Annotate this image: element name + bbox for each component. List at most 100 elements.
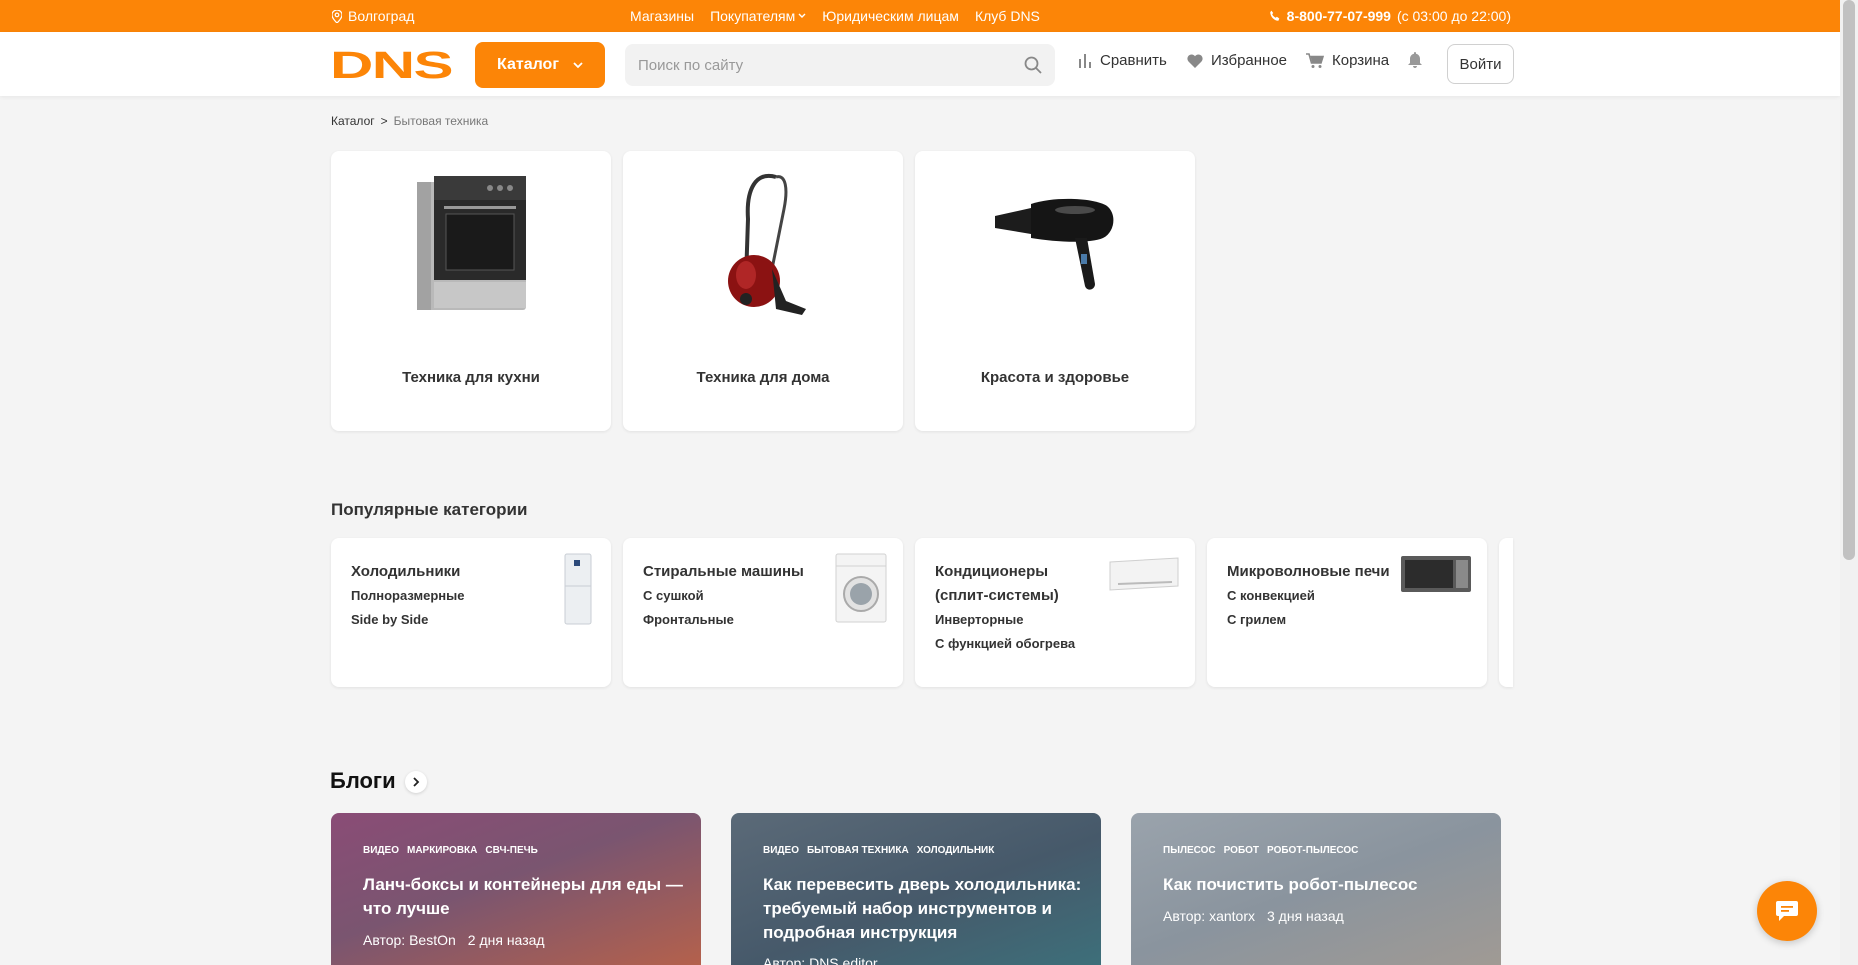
- blog-tag[interactable]: бытовая техника: [807, 845, 909, 856]
- blog-card[interactable]: пылесос робот робот-пылесос Как почистит…: [1131, 813, 1501, 965]
- hairdryer-image: [915, 171, 1195, 316]
- blog-title: Как перевесить дверь холодильника: требу…: [763, 875, 1082, 942]
- link-buyers[interactable]: Покупателям: [710, 8, 806, 24]
- search-icon[interactable]: [1024, 56, 1042, 74]
- notifications-button[interactable]: [1408, 52, 1422, 68]
- blog-meta: Автор: DNS editor: [763, 955, 878, 965]
- chat-bubble-icon: [1776, 901, 1798, 921]
- blog-tag[interactable]: пылесос: [1163, 845, 1216, 856]
- chevron-down-icon: [798, 13, 806, 18]
- popular-title-microwaves: Микроволновые печи: [1227, 563, 1390, 580]
- blogs-title: Блоги: [330, 768, 396, 793]
- blog-tag[interactable]: робот: [1224, 845, 1259, 856]
- popular-title-aircon: Кондиционеры (сплит-системы): [935, 563, 1059, 604]
- bell-icon: [1408, 52, 1422, 68]
- popular-title-fridges: Холодильники: [351, 563, 461, 580]
- popular-sub[interactable]: Фронтальные: [643, 608, 734, 632]
- breadcrumb-root[interactable]: Каталог: [331, 114, 375, 128]
- category-card-home[interactable]: Техника для дома: [623, 151, 903, 431]
- page-scrollbar-thumb[interactable]: [1843, 0, 1855, 560]
- phone-block[interactable]: 8-800-77-07-999 (с 03:00 до 22:00): [1269, 8, 1511, 24]
- cart-link[interactable]: Корзина: [1306, 52, 1389, 69]
- popular-card-fridges[interactable]: Холодильники Полноразмерные Side by Side: [331, 538, 611, 687]
- vacuum-image: [623, 171, 903, 316]
- blog-tag[interactable]: видео: [763, 845, 799, 856]
- blog-tags: видео бытовая техника холодильник: [763, 845, 994, 856]
- popular-sub[interactable]: Инвертoрные: [935, 608, 1023, 632]
- location-pin-icon: [332, 9, 342, 23]
- blog-author[interactable]: BestOn: [409, 932, 456, 948]
- phone-hours: (с 03:00 до 22:00): [1396, 8, 1511, 24]
- microwave-image: [1401, 556, 1471, 592]
- blog-author-label: Автор:: [363, 932, 406, 948]
- heart-icon: [1187, 53, 1203, 68]
- link-legal[interactable]: Юридическим лицам: [822, 8, 959, 24]
- popular-card-microwaves[interactable]: Микроволновые печи С конвекцией С грилем: [1207, 538, 1487, 687]
- city-name: Волгоград: [348, 8, 415, 24]
- popular-next-card-edge: [1499, 538, 1513, 687]
- chevron-right-icon: [413, 777, 420, 787]
- fridge-image: [564, 553, 592, 625]
- air-conditioner-image: [1109, 557, 1179, 591]
- compare-link[interactable]: Сравнить: [1078, 52, 1167, 69]
- breadcrumb-separator: >: [380, 114, 388, 128]
- catalog-label: Каталог: [497, 56, 559, 73]
- category-card-beauty[interactable]: Красота и здоровье: [915, 151, 1195, 431]
- popular-sub[interactable]: Полноразмерные: [351, 584, 464, 608]
- chat-button[interactable]: [1757, 881, 1817, 941]
- phone-icon: [1269, 10, 1279, 21]
- blog-card[interactable]: видео маркировка свч-печь Ланч-боксы и к…: [331, 813, 701, 965]
- blogs-next-button[interactable]: [405, 771, 427, 793]
- compare-icon: [1079, 54, 1091, 68]
- phone-number: 8-800-77-07-999: [1286, 8, 1391, 24]
- blog-card[interactable]: видео бытовая техника холодильник Как пе…: [731, 813, 1101, 965]
- blog-author[interactable]: DNS editor: [809, 955, 877, 965]
- blog-tag[interactable]: видео: [363, 845, 399, 856]
- blog-time: 3 дня назад: [1267, 908, 1344, 924]
- category-card-kitchen[interactable]: Техника для кухни: [331, 151, 611, 431]
- dns-logo[interactable]: DNS: [330, 45, 453, 87]
- favorites-label: Избранное: [1211, 52, 1288, 69]
- login-button[interactable]: Войти: [1447, 44, 1514, 84]
- popular-sub[interactable]: Side by Side: [351, 608, 428, 632]
- popular-sub[interactable]: С конвекцией: [1227, 584, 1315, 608]
- top-bar: Волгоград Магазины Покупателям Юридическ…: [0, 0, 1840, 32]
- popular-sub[interactable]: С сушкой: [643, 584, 704, 608]
- blog-author-label: Автор:: [763, 955, 806, 965]
- category-label-kitchen: Техника для кухни: [402, 369, 540, 386]
- chevron-down-icon: [573, 61, 583, 68]
- washer-image: [835, 553, 887, 623]
- cart-label: Корзина: [1332, 52, 1390, 69]
- category-label-beauty: Красота и здоровье: [980, 369, 1130, 386]
- blog-time: 2 дня назад: [467, 932, 545, 948]
- popular-sub[interactable]: С грилем: [1227, 608, 1286, 632]
- header: DNS Каталог Сравнить Избранное Корзина В…: [0, 32, 1840, 96]
- popular-title-washers: Стиральные машины: [643, 563, 804, 580]
- link-club[interactable]: Клуб DNS: [975, 8, 1040, 24]
- category-label-home: Техника для дома: [696, 369, 830, 386]
- favorites-link[interactable]: Избранное: [1187, 52, 1287, 69]
- blog-author[interactable]: xantorx: [1209, 908, 1255, 924]
- search-input[interactable]: [625, 44, 1055, 86]
- blog-title: Ланч-боксы и контейнеры для еды — что лу…: [363, 875, 683, 918]
- svg-text:DNS: DNS: [330, 49, 452, 81]
- cart-icon: [1306, 52, 1324, 68]
- popular-sub[interactable]: С функцией обогрева: [935, 632, 1075, 656]
- blog-author-label: Автор:: [1163, 908, 1206, 924]
- popular-card-aircon[interactable]: Кондиционеры (сплит-системы) Инвертoрные…: [915, 538, 1195, 687]
- blog-meta: Автор: BestOn 2 дня назад: [363, 932, 545, 948]
- blog-tag[interactable]: свч-печь: [485, 845, 538, 856]
- compare-label: Сравнить: [1100, 52, 1167, 69]
- blog-tag[interactable]: робот-пылесос: [1267, 845, 1358, 856]
- catalog-button[interactable]: Каталог: [475, 42, 605, 88]
- stove-image: [331, 171, 611, 316]
- blog-title: Как почистить робот-пылесос: [1163, 875, 1418, 894]
- link-shops[interactable]: Магазины: [630, 8, 694, 24]
- blog-tag[interactable]: холодильник: [917, 845, 995, 856]
- search-bar: [625, 44, 1055, 86]
- blog-tag[interactable]: маркировка: [407, 845, 477, 856]
- city-selector[interactable]: Волгоград: [332, 8, 414, 24]
- breadcrumb-current: Бытовая техника: [393, 114, 489, 128]
- popular-card-washers[interactable]: Стиральные машины С сушкой Фронтальные: [623, 538, 903, 687]
- blog-tags: пылесос робот робот-пылесос: [1163, 845, 1358, 856]
